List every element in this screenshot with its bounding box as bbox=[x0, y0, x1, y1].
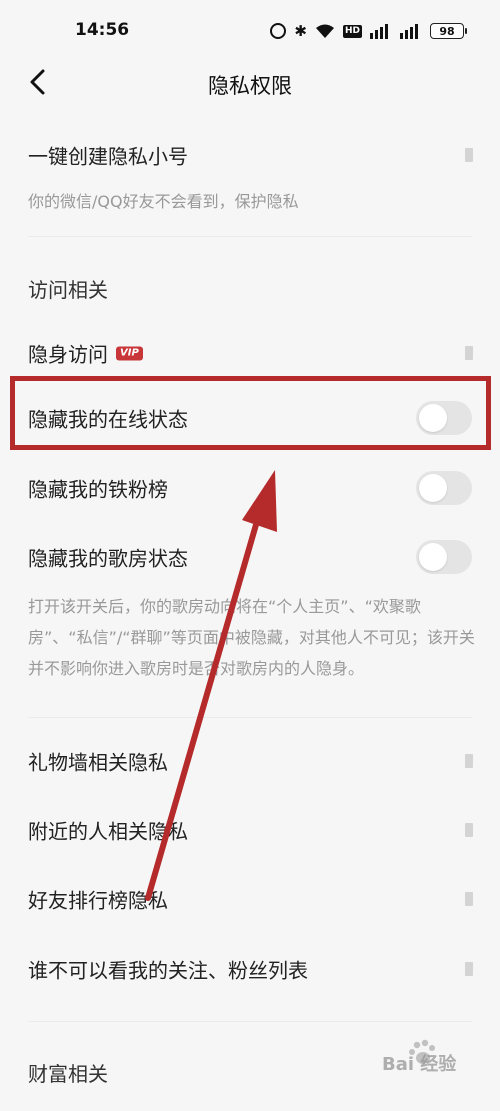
bluetooth-icon: ✱ bbox=[294, 22, 307, 40]
follow-fans-list-privacy-row[interactable]: 谁不可以看我的关注、粉丝列表 bbox=[0, 939, 500, 999]
status-icons: ✱ HD 98 bbox=[270, 20, 467, 42]
annotation-highlight-box bbox=[10, 376, 491, 450]
hide-room-status-label: 隐藏我的歌房状态 bbox=[28, 546, 188, 571]
divider bbox=[28, 236, 472, 237]
hide-fan-list-label: 隐藏我的铁粉榜 bbox=[28, 477, 168, 502]
row-label: 谁不可以看我的关注、粉丝列表 bbox=[28, 958, 308, 983]
row-label: 好友排行榜隐私 bbox=[28, 888, 168, 913]
hide-fan-list-toggle[interactable] bbox=[416, 471, 472, 505]
nav-bar: 隐私权限 bbox=[0, 60, 500, 106]
status-time: 14:56 bbox=[75, 20, 130, 40]
create-private-account-row[interactable]: 一键创建隐私小号 bbox=[0, 125, 500, 185]
page-title: 隐私权限 bbox=[208, 74, 292, 98]
hide-fan-list-row: 隐藏我的铁粉榜 bbox=[0, 458, 500, 518]
divider bbox=[28, 717, 472, 718]
room-status-description: 打开该开关后，你的歌房动向将在“个人主页”、“欢聚歌房”、“私信”/“群聊”等页… bbox=[28, 597, 475, 678]
invisible-visit-label: 隐身访问 bbox=[28, 342, 108, 367]
chevron-right-icon bbox=[465, 892, 473, 906]
signal-icon bbox=[370, 23, 392, 39]
toggle-knob bbox=[419, 474, 447, 502]
status-bar: 14:56 ✱ HD 98 bbox=[0, 0, 500, 62]
invisible-visit-row[interactable]: 隐身访问 VIP bbox=[0, 323, 500, 383]
hide-room-status-row: 隐藏我的歌房状态 bbox=[0, 527, 500, 587]
friend-ranking-privacy-row[interactable]: 好友排行榜隐私 bbox=[0, 869, 500, 929]
chevron-right-icon bbox=[465, 754, 473, 768]
chevron-right-icon bbox=[465, 148, 473, 162]
hide-room-status-toggle[interactable] bbox=[416, 540, 472, 574]
vip-badge: VIP bbox=[116, 346, 143, 360]
hd-icon: HD bbox=[342, 24, 362, 38]
section-title-access: 访问相关 bbox=[28, 278, 108, 302]
divider bbox=[28, 1021, 472, 1022]
toggle-knob bbox=[419, 543, 447, 571]
nearby-people-privacy-row[interactable]: 附近的人相关隐私 bbox=[0, 800, 500, 860]
section-title-wealth: 财富相关 bbox=[28, 1062, 108, 1086]
row-label: 一键创建隐私小号 bbox=[28, 144, 188, 169]
chevron-right-icon bbox=[465, 346, 473, 360]
chevron-right-icon bbox=[465, 823, 473, 837]
watermark: Bai 经验 bbox=[382, 1054, 457, 1075]
battery-icon: 98 bbox=[430, 23, 467, 39]
row-label: 礼物墙相关隐私 bbox=[28, 750, 168, 775]
row-label: 附近的人相关隐私 bbox=[28, 819, 188, 844]
alarm-icon bbox=[270, 23, 287, 39]
gift-wall-privacy-row[interactable]: 礼物墙相关隐私 bbox=[0, 731, 500, 791]
signal-icon bbox=[400, 23, 422, 39]
chevron-right-icon bbox=[465, 962, 473, 976]
row-label: 隐身访问 VIP bbox=[28, 339, 143, 368]
create-private-account-description: 你的微信/QQ好友不会看到，保护隐私 bbox=[28, 192, 299, 211]
wifi-icon bbox=[315, 23, 335, 39]
